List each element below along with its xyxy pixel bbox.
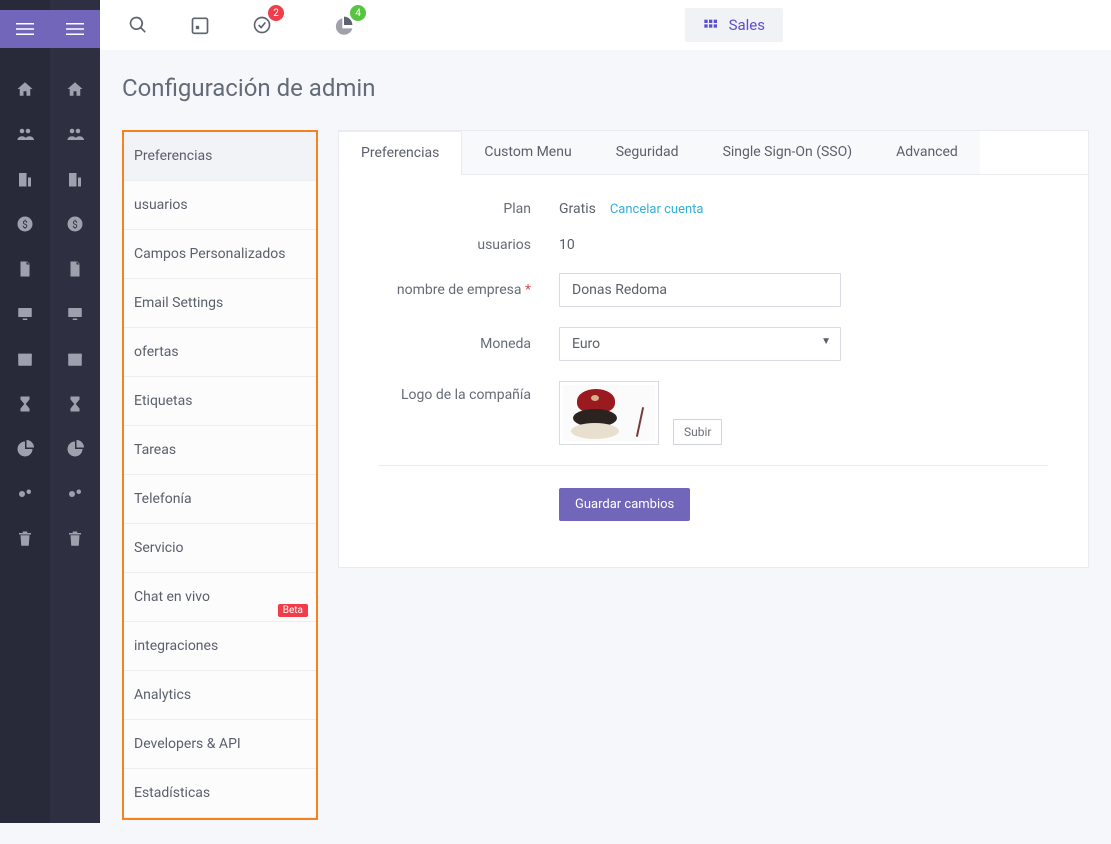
tab[interactable]: Preferencias bbox=[338, 131, 462, 175]
currency-select[interactable]: Euro bbox=[559, 327, 841, 361]
building-icon[interactable] bbox=[0, 156, 50, 201]
desktop-icon[interactable] bbox=[50, 291, 100, 336]
label-currency: Moneda bbox=[379, 336, 559, 352]
settings-nav-item[interactable]: Analytics bbox=[124, 671, 316, 720]
settings-nav-item[interactable]: ofertas bbox=[124, 328, 316, 377]
label-plan: Plan bbox=[379, 201, 559, 217]
icon-rail-outer: $ bbox=[0, 0, 50, 823]
icon-rail-inner: $ bbox=[50, 0, 100, 823]
menu-toggle-inner[interactable] bbox=[50, 10, 100, 48]
page: Configuración de admin Preferenciasusuar… bbox=[100, 50, 1111, 844]
calendar-today-icon[interactable] bbox=[190, 15, 210, 35]
tabs: PreferenciasCustom MenuSeguridadSingle S… bbox=[339, 131, 1088, 175]
menu-toggle-outer[interactable] bbox=[0, 10, 50, 48]
settings-nav-item[interactable]: usuarios bbox=[124, 181, 316, 230]
trash-icon[interactable] bbox=[0, 516, 50, 561]
settings-nav-item[interactable]: integraciones bbox=[124, 622, 316, 671]
topbar: 2 4 Sales bbox=[100, 0, 1111, 50]
document-icon[interactable] bbox=[0, 246, 50, 291]
currency-icon[interactable]: $ bbox=[50, 201, 100, 246]
home-icon[interactable] bbox=[50, 66, 100, 111]
tab[interactable]: Advanced bbox=[874, 131, 980, 174]
trash-icon[interactable] bbox=[50, 516, 100, 561]
users-value: 10 bbox=[559, 237, 575, 253]
tab[interactable]: Seguridad bbox=[594, 131, 701, 174]
settings-nav-item[interactable]: Servicio bbox=[124, 524, 316, 573]
company-logo-preview bbox=[559, 381, 659, 445]
home-icon[interactable] bbox=[0, 66, 50, 111]
settings-nav-item[interactable]: Telefonía bbox=[124, 475, 316, 524]
row-logo: Logo de la compañía Subir bbox=[379, 381, 1048, 445]
analytics-top-icon[interactable]: 4 bbox=[334, 15, 354, 35]
plan-value: Gratis bbox=[559, 201, 596, 217]
settings-nav-item[interactable]: Tareas bbox=[124, 426, 316, 475]
cancel-account-link[interactable]: Cancelar cuenta bbox=[610, 202, 704, 217]
row-company: nombre de empresa * bbox=[379, 273, 1048, 307]
label-logo: Logo de la compañía bbox=[379, 381, 559, 403]
settings-nav-item[interactable]: Campos Personalizados bbox=[124, 230, 316, 279]
settings-nav-item[interactable]: Estadísticas bbox=[124, 769, 316, 818]
gears-icon[interactable] bbox=[50, 471, 100, 516]
document-icon[interactable] bbox=[50, 246, 100, 291]
svg-text:$: $ bbox=[72, 219, 77, 230]
calendar-icon[interactable] bbox=[50, 336, 100, 381]
people-icon[interactable] bbox=[0, 111, 50, 156]
grid-icon bbox=[703, 17, 719, 33]
company-name-input[interactable] bbox=[559, 273, 841, 307]
beta-badge: Beta bbox=[278, 604, 308, 617]
label-company: nombre de empresa * bbox=[379, 282, 559, 298]
search-icon[interactable] bbox=[128, 15, 148, 35]
sales-label: Sales bbox=[729, 16, 765, 34]
desktop-icon[interactable] bbox=[0, 291, 50, 336]
sales-button[interactable]: Sales bbox=[685, 8, 783, 42]
tab[interactable]: Single Sign-On (SSO) bbox=[701, 131, 875, 174]
label-users: usuarios bbox=[379, 237, 559, 253]
pie-icon[interactable] bbox=[50, 426, 100, 471]
row-plan: Plan Gratis Cancelar cuenta bbox=[379, 201, 1048, 217]
settings-nav-item[interactable]: Etiquetas bbox=[124, 377, 316, 426]
settings-nav: PreferenciasusuariosCampos Personalizado… bbox=[122, 130, 318, 820]
page-title: Configuración de admin bbox=[122, 74, 1089, 102]
settings-card: PreferenciasCustom MenuSeguridadSingle S… bbox=[338, 130, 1089, 568]
settings-nav-item[interactable]: Email Settings bbox=[124, 279, 316, 328]
tasks-badge: 2 bbox=[268, 5, 284, 21]
settings-nav-item[interactable]: Chat en vivoBeta bbox=[124, 573, 316, 622]
tasks-icon[interactable]: 2 bbox=[252, 15, 272, 35]
upload-logo-button[interactable]: Subir bbox=[673, 419, 722, 445]
pie-icon[interactable] bbox=[0, 426, 50, 471]
row-currency: Moneda Euro bbox=[379, 327, 1048, 361]
analytics-badge: 4 bbox=[350, 5, 366, 21]
gears-icon[interactable] bbox=[0, 471, 50, 516]
form-separator bbox=[379, 465, 1048, 466]
people-icon[interactable] bbox=[50, 111, 100, 156]
settings-nav-item[interactable]: Preferencias bbox=[124, 132, 316, 181]
preferences-form: Plan Gratis Cancelar cuenta usuarios 10 … bbox=[339, 175, 1088, 567]
settings-nav-item[interactable]: Developers & API bbox=[124, 720, 316, 769]
currency-icon[interactable]: $ bbox=[0, 201, 50, 246]
save-button[interactable]: Guardar cambios bbox=[559, 488, 690, 521]
row-users: usuarios 10 bbox=[379, 237, 1048, 253]
row-save: Guardar cambios bbox=[379, 488, 1048, 521]
hourglass-icon[interactable] bbox=[50, 381, 100, 426]
svg-text:$: $ bbox=[22, 219, 27, 230]
tab[interactable]: Custom Menu bbox=[462, 131, 593, 174]
building-icon[interactable] bbox=[50, 156, 100, 201]
calendar-icon[interactable] bbox=[0, 336, 50, 381]
hourglass-icon[interactable] bbox=[0, 381, 50, 426]
